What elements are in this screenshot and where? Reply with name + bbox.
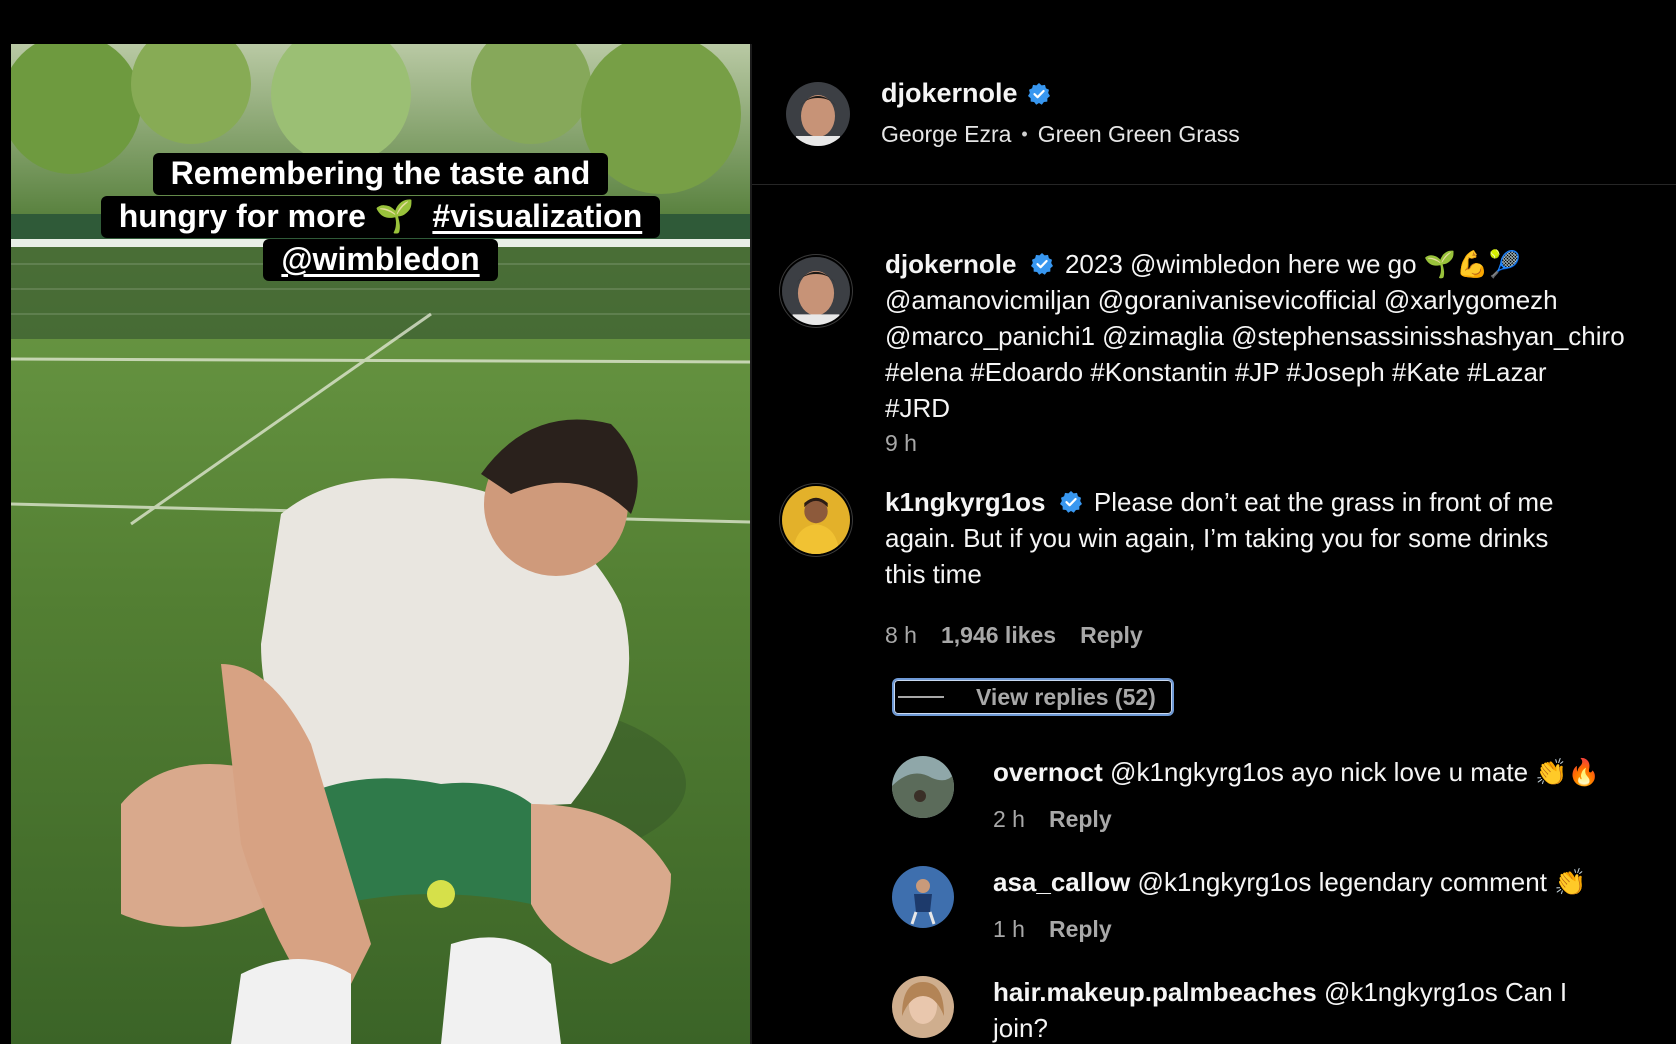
reply-avatar[interactable] (892, 976, 954, 1038)
reel-video[interactable]: Remembering the taste and hungry for mor… (11, 44, 750, 1044)
comment-timestamp: 8 h (885, 622, 917, 648)
reply-text-line-2: join? (993, 1013, 1048, 1043)
comment-likes[interactable]: 1,946 likes (941, 622, 1056, 649)
caption-hashtags-line-2[interactable]: #JRD (885, 393, 950, 423)
comments-panel: djokernole George Ezra • Green Green Gra… (752, 44, 1676, 1044)
verified-badge-icon (1027, 82, 1050, 105)
caption-username[interactable]: djokernole (885, 249, 1016, 279)
reply-username[interactable]: asa_callow (993, 867, 1130, 897)
reply-button[interactable]: Reply (1080, 622, 1143, 649)
replies-line-icon (898, 696, 944, 698)
reply-button[interactable]: Reply (1049, 806, 1112, 833)
caption-text: 2023 @wimbledon here we go 🌱💪🎾 (1064, 249, 1521, 279)
view-replies-label: View replies (52) (976, 683, 1156, 710)
reply-text: @k1ngkyrg1os Can I (1323, 977, 1568, 1007)
caption-mentions-line-1[interactable]: @amanovicmiljan @goranivanisevicofficial… (885, 285, 1558, 315)
comment-text-line-2: again. But if you win again, I’m taking … (885, 523, 1549, 553)
reply-timestamp: 1 h (993, 916, 1025, 942)
reply-text: @k1ngkyrg1os ayo nick love u mate 👏🔥 (1110, 757, 1601, 787)
instagram-reel-view: Remembering the taste and hungry for mor… (0, 0, 1676, 1044)
music-separator: • (1021, 124, 1028, 144)
reply-username[interactable]: overnoct (993, 757, 1103, 787)
comment-text-line-1: Please don’t eat the grass in front of m… (1093, 487, 1554, 517)
story-hashtag-link[interactable]: #visualization (432, 198, 642, 234)
reply-timestamp: 2 h (993, 806, 1025, 832)
caption-hashtags-line-1[interactable]: #elena #Edoardo #Konstantin #JP #Joseph … (885, 357, 1547, 387)
verified-badge-icon (1030, 253, 1053, 275)
reply-button[interactable]: Reply (1049, 916, 1112, 943)
music-artist: George Ezra (881, 121, 1012, 147)
caption-timestamp: 9 h (885, 430, 917, 456)
author-avatar[interactable] (786, 82, 850, 146)
verified-badge-icon (1059, 491, 1082, 513)
commenter-avatar[interactable] (782, 486, 850, 554)
story-caption-line-2: hungry for more (118, 198, 366, 234)
caption-mentions-line-2[interactable]: @marco_panichi1 @zimaglia @stephensassin… (885, 321, 1625, 351)
reply-username[interactable]: hair.makeup.palmbeaches (993, 977, 1317, 1007)
view-replies-button[interactable]: View replies (52) (892, 678, 1174, 716)
reply-avatar[interactable] (892, 756, 954, 818)
caption-author-avatar[interactable] (782, 257, 850, 325)
comment-username[interactable]: k1ngkyrg1os (885, 487, 1045, 517)
music-title: Green Green Grass (1037, 121, 1240, 147)
post-header: djokernole George Ezra • Green Green Gra… (752, 44, 1676, 185)
sprout-emoji: 🌱 (374, 198, 415, 234)
reply-avatar[interactable] (892, 866, 954, 928)
comment-text-line-3: this time (885, 559, 982, 589)
story-caption-line-1: Remembering the taste and (152, 153, 609, 195)
music-attribution[interactable]: George Ezra • Green Green Grass (881, 121, 1240, 148)
reply-text: @k1ngkyrg1os legendary comment 👏 (1137, 867, 1587, 897)
story-mention-link[interactable]: @wimbledon (281, 241, 479, 277)
story-text-overlay: Remembering the taste and hungry for mor… (11, 152, 750, 281)
header-username[interactable]: djokernole (881, 78, 1018, 109)
